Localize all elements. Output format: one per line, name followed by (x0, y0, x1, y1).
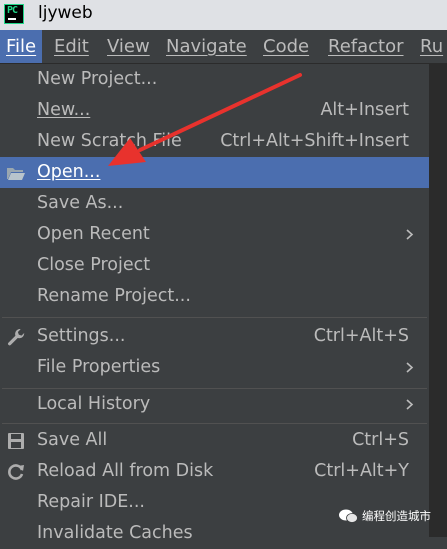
pycharm-logo-icon: PC (4, 4, 24, 24)
menu-item-shortcut: Alt+Insert (320, 100, 409, 120)
menu-item-shortcut: Ctrl+Alt+S (313, 326, 409, 346)
chevron-right-icon (406, 362, 414, 373)
title-bar: PC ljyweb (0, 0, 447, 30)
menu-view[interactable]: View (107, 30, 150, 63)
menu-item-close-project[interactable]: Close Project (0, 250, 429, 281)
menu-item-label: New Scratch File (37, 131, 182, 151)
save-icon (8, 433, 24, 449)
menu-refactor[interactable]: Refactor (328, 30, 404, 63)
chevron-right-icon (406, 399, 414, 410)
menu-item-label: New... (37, 100, 91, 120)
menu-navigate[interactable]: Navigate (166, 30, 247, 63)
folder-open-icon (7, 168, 25, 180)
menu-item-save-as[interactable]: Save As... (0, 188, 429, 219)
menu-item-file-properties[interactable]: File Properties (0, 352, 429, 383)
menu-item-open[interactable]: Open... (0, 157, 429, 188)
menu-item-new-project[interactable]: New Project... (0, 64, 429, 95)
menu-item-label: Close Project (37, 255, 151, 275)
menu-item-shortcut: Ctrl+Alt+Y (314, 461, 409, 481)
menu-item-label: Open... (37, 162, 101, 182)
chevron-right-icon (406, 229, 414, 240)
menu-edit[interactable]: Edit (54, 30, 89, 63)
editor-background (430, 63, 447, 537)
menu-item-label: Repair IDE... (37, 492, 145, 512)
menu-item-shortcut: Ctrl+S (352, 430, 409, 450)
menu-item-label: Settings... (37, 326, 126, 346)
menu-bar: File Edit View Navigate Code Refactor Ru (0, 30, 447, 63)
menu-item-new-scratch-file[interactable]: New Scratch File Ctrl+Alt+Shift+Insert (0, 126, 429, 157)
menu-item-label: Open Recent (37, 224, 150, 244)
window-title: ljyweb (38, 3, 93, 23)
file-menu-dropdown: New Project... New... Alt+Insert New Scr… (0, 63, 430, 543)
menu-item-save-all[interactable]: Save All Ctrl+S (0, 425, 429, 456)
menu-separator (2, 423, 427, 424)
menu-item-label: File Properties (37, 357, 161, 377)
menu-item-label: New Project... (37, 69, 158, 89)
menu-item-reload-all[interactable]: Reload All from Disk Ctrl+Alt+Y (0, 456, 429, 487)
menu-item-label: Reload All from Disk (37, 461, 214, 481)
menu-separator (2, 317, 427, 318)
menu-item-label: Save All (37, 430, 108, 450)
menu-code[interactable]: Code (263, 30, 309, 63)
reload-icon (8, 464, 24, 480)
menu-item-label: Invalidate Caches (37, 523, 193, 543)
menu-item-rename-project[interactable]: Rename Project... (0, 281, 429, 312)
wrench-icon (8, 329, 25, 346)
watermark: 编程创造城市 (338, 504, 442, 528)
menu-item-shortcut: Ctrl+Alt+Shift+Insert (220, 131, 409, 151)
menu-item-settings[interactable]: Settings... Ctrl+Alt+S (0, 321, 429, 352)
menu-run[interactable]: Ru (420, 30, 443, 63)
menu-item-label: Rename Project... (37, 286, 191, 306)
menu-file[interactable]: File (0, 30, 43, 63)
wechat-icon (339, 509, 358, 523)
menu-item-open-recent[interactable]: Open Recent (0, 219, 429, 250)
menu-item-local-history[interactable]: Local History (0, 389, 429, 420)
menu-item-label: Local History (37, 394, 151, 414)
watermark-text: 编程创造城市 (362, 509, 431, 523)
menu-item-label: Save As... (37, 193, 124, 213)
menu-item-new[interactable]: New... Alt+Insert (0, 95, 429, 126)
